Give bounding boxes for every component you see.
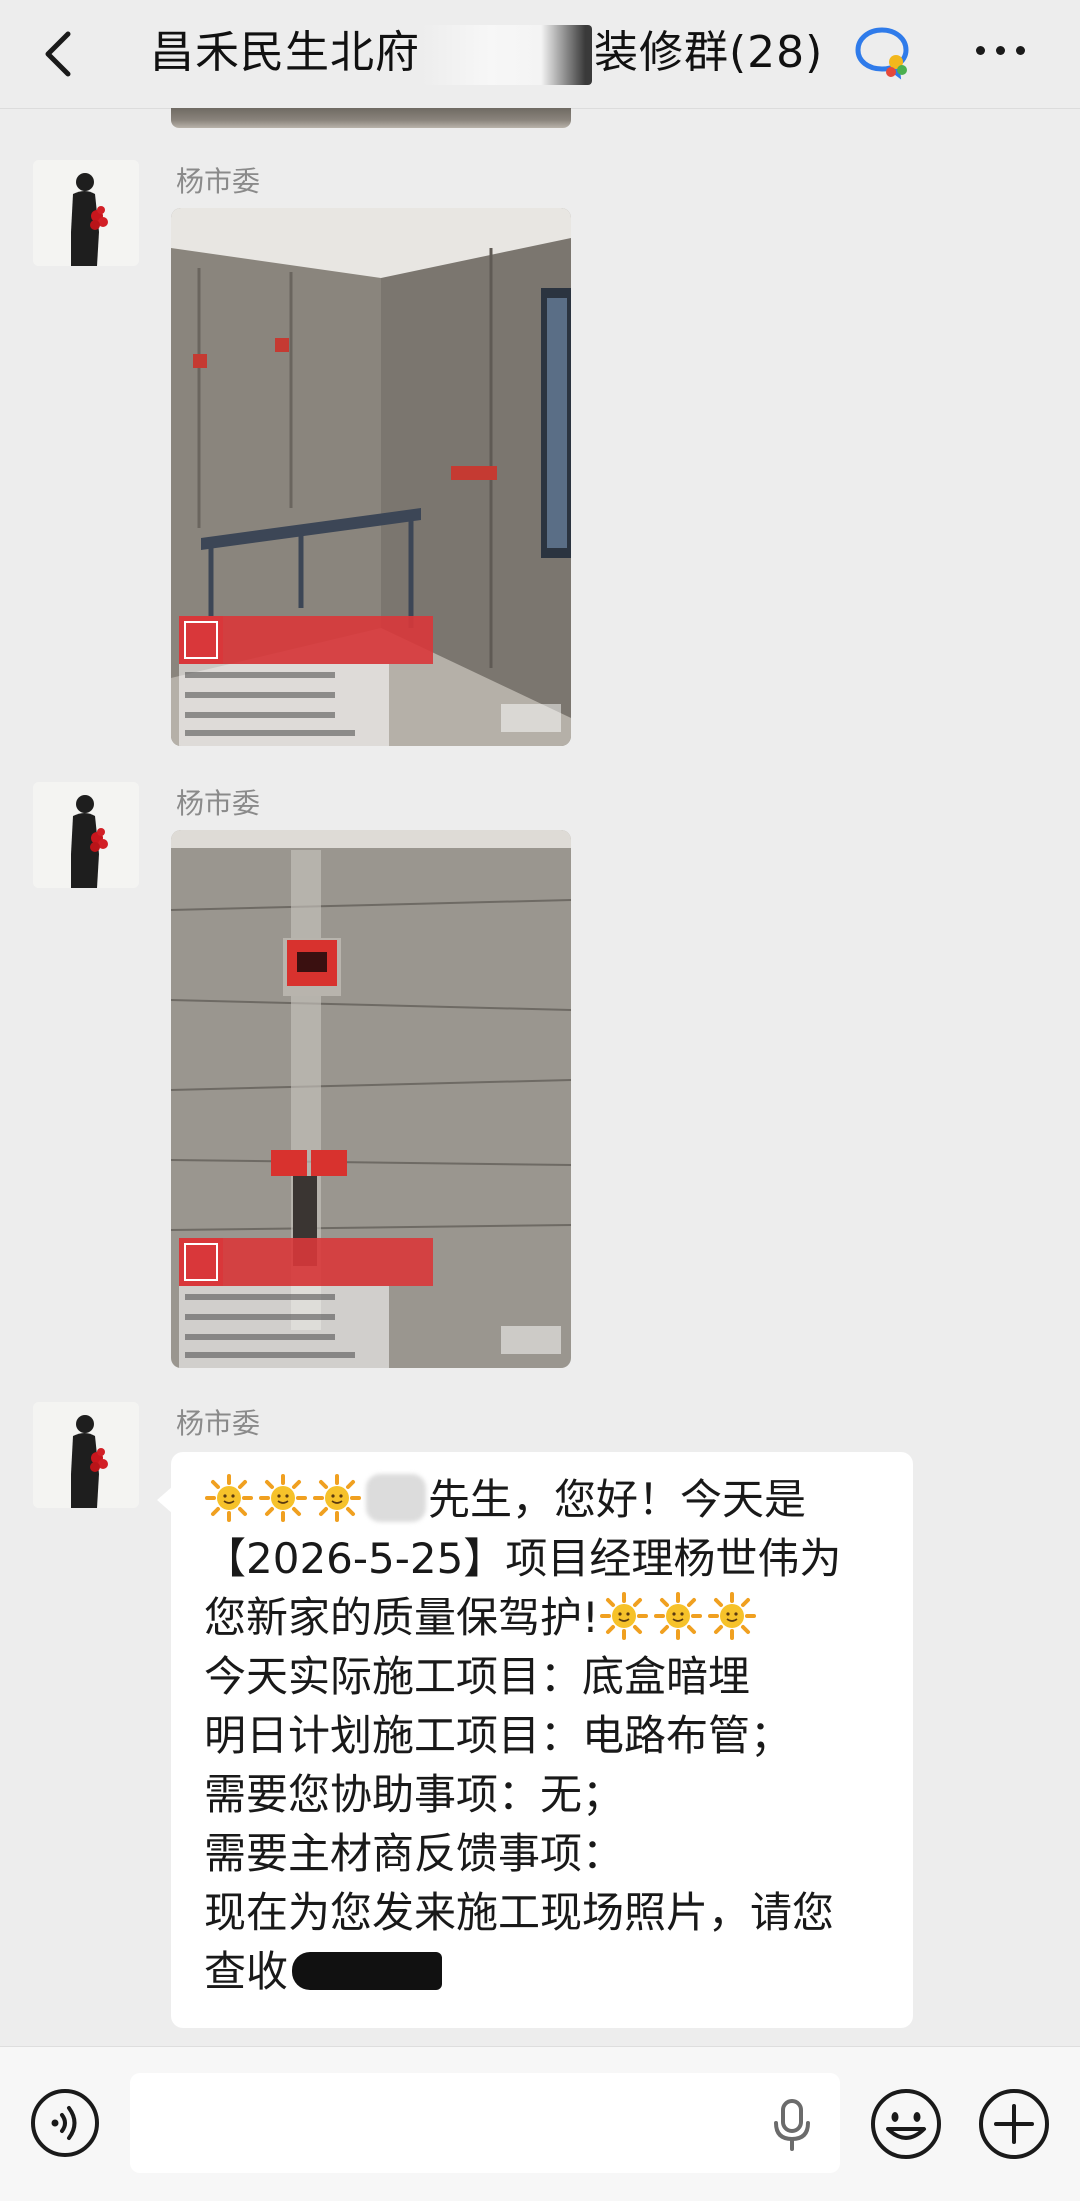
message-input[interactable] [130, 2073, 840, 2173]
plus-button[interactable] [977, 2087, 1051, 2161]
sun-emoji-icon [653, 1592, 702, 1640]
microphone-icon [774, 2099, 810, 2151]
emoji-button[interactable] [869, 2087, 943, 2161]
voice-icon [31, 2089, 99, 2157]
avatar[interactable] [33, 1402, 139, 1508]
message-line: 现在为您发来施工现场照片，请您 [204, 1888, 835, 1937]
message-text: 先生，您好！今天是 【2026-5-25】项目经理杨世伟为 您新家的质量保驾护!… [204, 1470, 894, 2001]
sender-name: 杨市委 [176, 165, 261, 198]
redacted-area [292, 1952, 443, 1990]
input-bar [0, 2046, 1080, 2201]
sun-emoji-icon [707, 1592, 756, 1640]
more-icon [976, 46, 985, 55]
chevron-left-icon [45, 31, 71, 77]
sun-emoji-icon [259, 1474, 307, 1522]
sun-emoji-icon [313, 1474, 361, 1522]
avatar[interactable] [33, 160, 139, 266]
redacted-area [366, 1474, 426, 1522]
message-bubble[interactable]: 先生，您好！今天是 【2026-5-25】项目经理杨世伟为 您新家的质量保驾护!… [157, 1452, 913, 2028]
chat-title-prefix: 昌禾民生北府 [150, 27, 420, 78]
chat-title: 昌禾民生北府 装修群(28) [150, 18, 823, 88]
message-line: 查收 [204, 1942, 894, 2001]
sender-name: 杨市委 [176, 1407, 261, 1440]
message-line-text: 您新家的质量保驾护! [204, 1593, 599, 1642]
chat-header: 昌禾民生北府 装修群(28) [0, 0, 1080, 109]
message-line: 您新家的质量保驾护! [204, 1588, 894, 1647]
message-line: 今天实际施工项目：底盒暗埋 [204, 1652, 751, 1701]
group-chat-icon[interactable] [852, 22, 912, 82]
redacted-area [422, 25, 592, 85]
chat-image[interactable] [171, 208, 571, 746]
more-icon-dot [996, 46, 1005, 55]
message-line: 需要主材商反馈事项： [204, 1829, 625, 1878]
chat-image[interactable] [171, 830, 571, 1368]
sun-emoji-icon [205, 1474, 253, 1522]
microphone-button[interactable] [770, 2097, 814, 2153]
message-line: 先生，您好！今天是 [204, 1470, 894, 1529]
chat-image-partial[interactable] [171, 108, 571, 128]
bubble-tail [157, 1486, 173, 1514]
message-line: 明日计划施工项目：电路布管； [204, 1711, 793, 1760]
plus-icon [979, 2089, 1049, 2159]
emoji-icon [871, 2089, 941, 2159]
sender-name: 杨市委 [176, 787, 261, 820]
voice-button[interactable] [29, 2087, 101, 2159]
back-button[interactable] [36, 22, 84, 86]
message-line-text: 查收 [204, 1947, 289, 1996]
message-line: 需要您协助事项：无； [204, 1770, 625, 1819]
more-icon-dot [1016, 46, 1025, 55]
message-line: 【2026-5-25】项目经理杨世伟为 [204, 1534, 842, 1583]
more-button[interactable] [974, 36, 1030, 76]
avatar[interactable] [33, 782, 139, 888]
chat-title-suffix: 装修群(28) [594, 27, 824, 78]
sun-emoji-icon [599, 1592, 648, 1640]
message-line-text: 先生，您好！今天是 [428, 1475, 807, 1524]
